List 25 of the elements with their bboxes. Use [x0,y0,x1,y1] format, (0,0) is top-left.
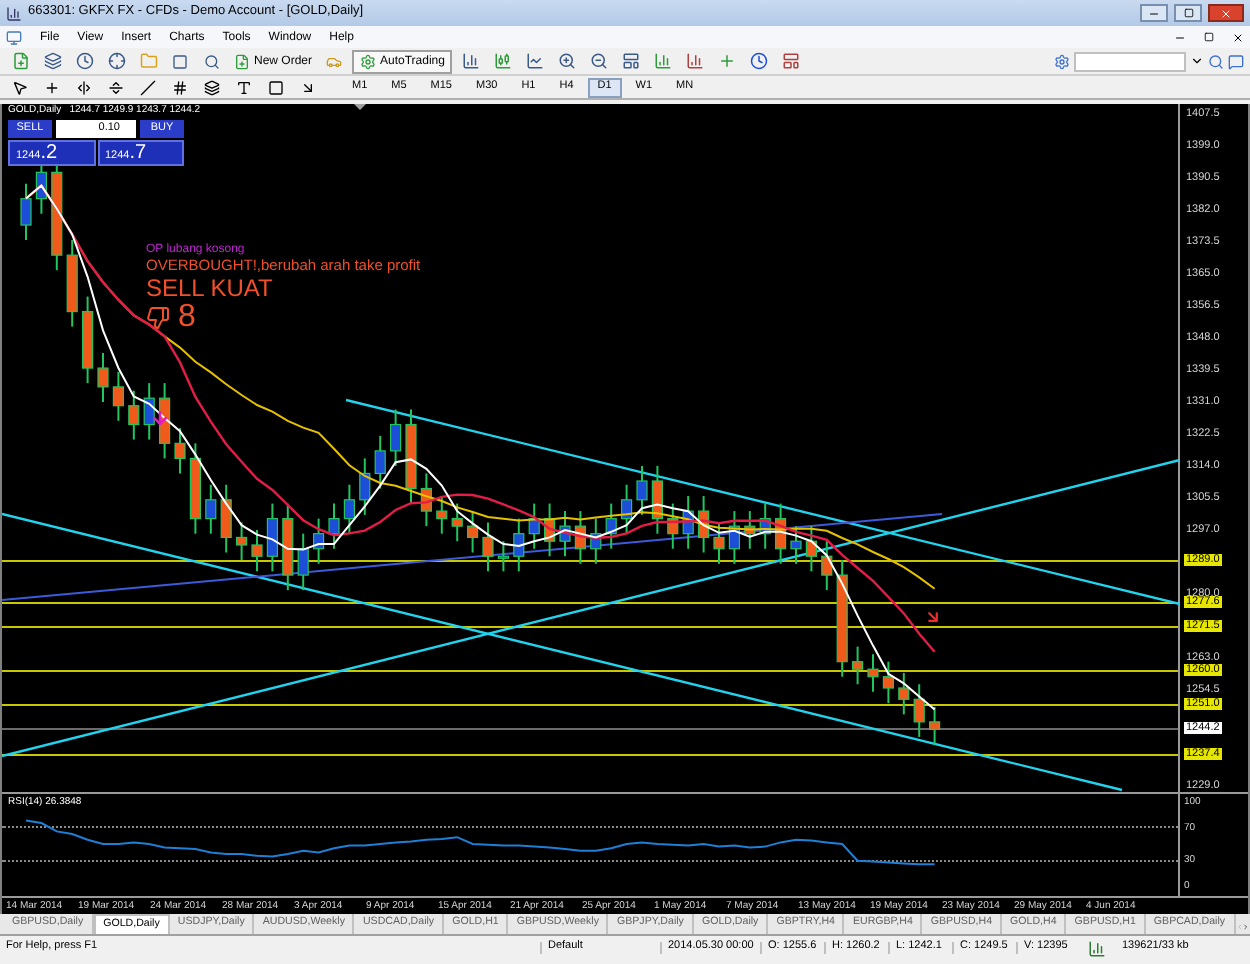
new-order-icon [234,53,250,69]
close-icon[interactable] [1232,31,1244,43]
minimize-button[interactable] [1140,4,1168,22]
gear-icon[interactable] [1054,53,1070,69]
close-icon [1220,7,1232,19]
chart-marker-icon [354,104,366,110]
close-button[interactable] [1208,4,1244,22]
restore-icon[interactable] [1204,32,1214,42]
search-field[interactable] [1074,51,1186,71]
chart-window-icon [6,29,22,45]
gear-icon [360,53,377,69]
maximize-icon [1183,8,1193,18]
minimize-icon[interactable] [1174,31,1186,43]
search-icon[interactable] [1208,53,1224,69]
chart-signal: SELL KUAT [146,275,273,299]
maximize-button[interactable] [1174,4,1202,22]
thumbs-down-icon [146,305,170,329]
app-icon [6,5,22,21]
minimize-icon [1148,7,1160,19]
chat-icon[interactable] [1228,53,1244,69]
sell-pips: .2 [40,142,58,164]
buy-pips: .7 [129,142,147,164]
signal-count: 8 [178,301,196,333]
dropdown-icon[interactable] [1190,54,1204,68]
connection-icon [1088,939,1106,957]
